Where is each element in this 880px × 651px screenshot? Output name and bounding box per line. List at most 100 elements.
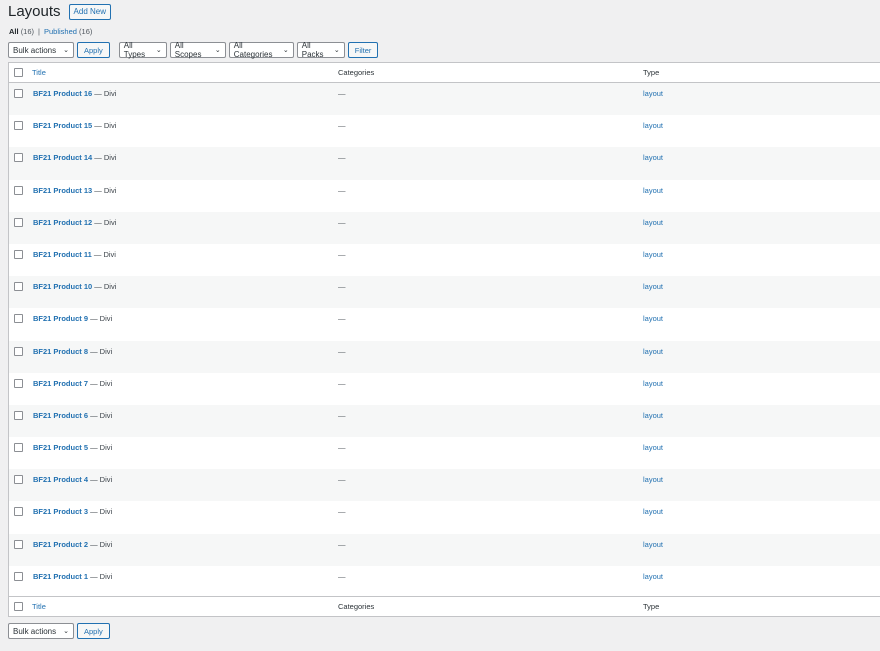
row-type-link[interactable]: layout [643,89,663,98]
row-type-link[interactable]: layout [643,153,663,162]
add-new-button[interactable]: Add New [68,3,112,20]
row-title-link[interactable]: BF21 Product 3 [33,507,88,516]
row-categories: — [338,410,346,420]
row-checkbox[interactable] [14,475,23,485]
row-title-link[interactable]: BF21 Product 12 [33,218,92,227]
table-row: BF21 Product 9 — Divi — layout [9,308,880,340]
view-all-count: (16) [20,27,35,36]
row-type-link[interactable]: layout [643,250,663,259]
row-checkbox[interactable] [14,346,23,356]
row-title-link[interactable]: BF21 Product 9 [33,314,88,323]
row-type-link[interactable]: layout [643,314,663,323]
select-all-checkbox-footer[interactable] [14,602,23,611]
row-title-suffix: — Divi [88,378,113,388]
row-categories: — [338,121,346,131]
apply-button[interactable]: Apply [77,42,110,58]
table-row: BF21 Product 8 — Divi — layout [9,340,880,373]
row-checkbox[interactable] [14,282,23,292]
row-title-link[interactable]: BF21 Product 5 [33,443,88,452]
column-title-header[interactable]: Title [32,68,46,77]
bulk-actions-select-bottom[interactable]: Bulk actions ⌄ [8,623,74,639]
table-row: BF21 Product 2 — Divi — layout [9,533,880,566]
row-title-link[interactable]: BF21 Product 13 [33,186,92,195]
row-checkbox[interactable] [14,507,23,517]
row-checkbox[interactable] [14,314,23,324]
bulk-actions-value-bottom: Bulk actions [13,626,57,636]
bulk-actions-value: Bulk actions [13,45,57,55]
select-all-checkbox[interactable] [14,68,23,77]
row-type-link[interactable]: layout [643,218,663,227]
row-title-link[interactable]: BF21 Product 4 [33,475,88,484]
row-title-link[interactable]: BF21 Product 14 [33,153,92,162]
row-checkbox[interactable] [14,249,23,259]
row-checkbox[interactable] [14,378,23,388]
row-title-link[interactable]: BF21 Product 11 [33,250,92,259]
row-title-link[interactable]: BF21 Product 7 [33,379,88,388]
row-title: BF21 Product 12 — Divi [33,218,116,227]
row-categories: — [338,153,346,163]
row-checkbox[interactable] [14,89,23,98]
chevron-down-icon: ⌄ [155,47,162,54]
row-type-link[interactable]: layout [643,475,663,484]
row-type-link[interactable]: layout [643,572,663,581]
row-checkbox[interactable] [14,443,23,453]
table-row: BF21 Product 7 — Divi — layout [9,373,880,405]
row-type-link[interactable]: layout [643,379,663,388]
view-published-link[interactable]: Published (16) [44,27,92,36]
view-all-link[interactable]: All (16) [9,27,34,36]
table-row: BF21 Product 14 — Divi — layout [9,147,880,180]
row-checkbox[interactable] [14,217,23,227]
filter-button[interactable]: Filter [347,42,379,58]
row-type-link[interactable]: layout [643,347,663,356]
row-title-link[interactable]: BF21 Product 8 [33,347,88,356]
row-title: BF21 Product 6 — Divi [33,411,112,420]
row-title-link[interactable]: BF21 Product 15 [33,121,92,130]
packs-select[interactable]: All Packs ⌄ [296,41,345,59]
row-categories: — [338,507,346,517]
row-checkbox[interactable] [14,121,23,131]
row-type-link[interactable]: layout [643,411,663,420]
row-checkbox[interactable] [14,153,23,163]
row-title-suffix: — Divi [88,507,113,517]
row-title: BF21 Product 2 — Divi [33,540,112,549]
types-select[interactable]: All Types ⌄ [118,41,167,59]
row-checkbox[interactable] [14,185,23,195]
row-title-suffix: — Divi [91,249,116,259]
row-categories: — [338,539,346,549]
row-categories: — [338,249,346,259]
row-categories: — [338,314,346,324]
layouts-table: Title Categories Type BF21 Product 16 — … [8,62,880,617]
view-published-label: Published [43,27,77,36]
table-footer: Title Categories Type [9,596,880,616]
row-type-link[interactable]: layout [643,282,663,291]
column-title-footer[interactable]: Title [32,602,46,611]
column-categories-header: Categories [338,68,375,77]
row-title: BF21 Product 9 — Divi [33,314,112,323]
row-title-link[interactable]: BF21 Product 10 [33,282,92,291]
apply-button-bottom[interactable]: Apply [77,623,110,639]
table-row: BF21 Product 12 — Divi — layout [9,211,880,244]
row-type-link[interactable]: layout [643,443,663,452]
row-type-link[interactable]: layout [643,540,663,549]
row-type-link[interactable]: layout [643,121,663,130]
bulk-actions-select[interactable]: Bulk actions ⌄ [8,42,74,58]
row-categories: — [338,378,346,388]
chevron-down-icon: ⌄ [63,47,69,54]
row-checkbox[interactable] [14,410,23,420]
row-type-link[interactable]: layout [643,186,663,195]
row-title-suffix: — Divi [88,410,113,420]
row-checkbox[interactable] [14,539,23,549]
scopes-select[interactable]: All Scopes ⌄ [169,41,226,59]
row-type-link[interactable]: layout [643,507,663,516]
page-header: Layouts Add New [8,3,112,20]
categories-select[interactable]: All Categories ⌄ [228,41,294,59]
row-title-link[interactable]: BF21 Product 16 [33,89,92,98]
row-title-link[interactable]: BF21 Product 1 [33,572,88,581]
row-categories: — [338,346,346,356]
row-title-link[interactable]: BF21 Product 2 [33,540,88,549]
row-checkbox[interactable] [14,571,23,581]
tablenav-bottom: Bulk actions ⌄ Apply [8,623,119,639]
row-title-link[interactable]: BF21 Product 6 [33,411,88,420]
column-categories-footer: Categories [338,602,375,611]
chevron-down-icon: ⌄ [333,47,340,54]
